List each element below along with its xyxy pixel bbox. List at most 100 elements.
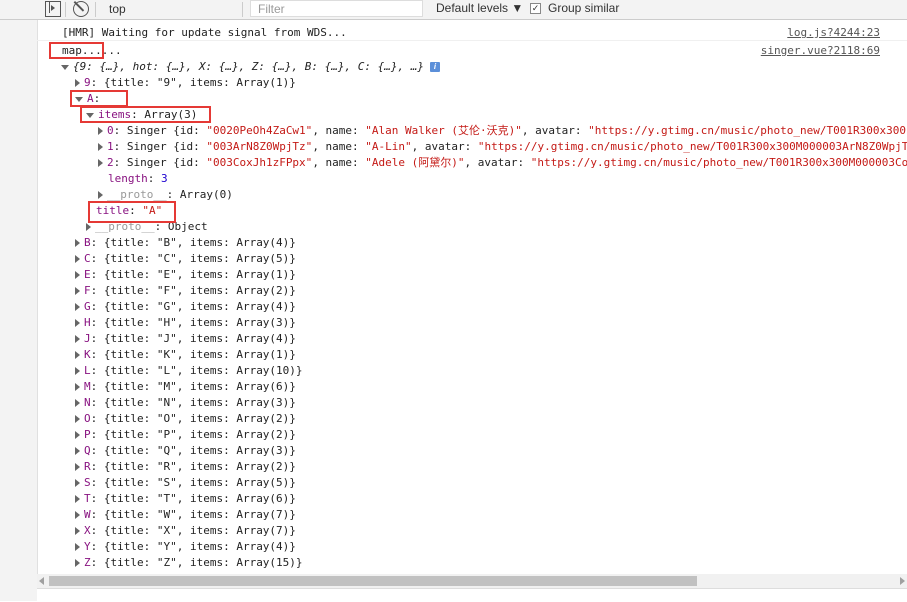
root-object-row[interactable]: {9: {…}, hot: {…}, X: {…}, Z: {…}, B: {…… [61,59,440,75]
collapsed-triangle-icon[interactable] [75,495,80,503]
group-similar-label: Group similar [548,1,620,15]
singer-row[interactable]: 2: Singer {id: "003CoxJh1zFPpx", name: "… [98,155,907,171]
tree-value: , name: [312,156,366,169]
collapsed-triangle-icon[interactable] [75,271,80,279]
tree-row-group[interactable]: O: {title: "O", items: Array(2)} [75,411,296,427]
tree-row-group[interactable]: Z: {title: "Z", items: Array(15)} [75,555,303,571]
tree-row-9[interactable]: 9: {title: "9", items: Array(1)} [75,75,296,91]
collapsed-triangle-icon[interactable] [75,447,80,455]
singer-id: "003CoxJh1zFPpx" [206,156,313,169]
collapsed-triangle-icon[interactable] [75,399,80,407]
collapsed-triangle-icon[interactable] [75,367,80,375]
expand-triangle-icon[interactable] [61,64,69,70]
tree-value: : {title: "L", items: Array(10)} [90,364,303,377]
tree-key: C [84,252,91,265]
context-value: top [109,2,126,16]
tree-row-group[interactable]: F: {title: "F", items: Array(2)} [75,283,296,299]
log-source-link[interactable]: log.js?4244:23 [787,25,880,41]
collapsed-triangle-icon[interactable] [98,143,103,151]
collapsed-triangle-icon[interactable] [75,255,80,263]
clear-console-icon[interactable] [73,1,89,17]
highlight-box-items [80,106,211,123]
singer-row[interactable]: 0: Singer {id: "0020PeOh4ZaCw1", name: "… [98,123,906,139]
scrollbar-thumb[interactable] [49,576,697,586]
tree-row-group[interactable]: E: {title: "E", items: Array(1)} [75,267,296,283]
tree-row-group[interactable]: Y: {title: "Y", items: Array(4)} [75,539,296,555]
collapsed-triangle-icon[interactable] [75,559,80,567]
tree-value: , name: [312,140,366,153]
tree-value: , avatar: [521,124,589,137]
tree-key: 1 [107,140,114,153]
tree-row-group[interactable]: W: {title: "W", items: Array(7)} [75,507,296,523]
tree-value: : {title: "F", items: Array(2)} [90,284,296,297]
collapsed-triangle-icon[interactable] [75,287,80,295]
collapsed-triangle-icon[interactable] [75,479,80,487]
collapsed-triangle-icon[interactable] [98,127,103,135]
collapsed-triangle-icon[interactable] [86,223,91,231]
singer-source-link[interactable]: singer.vue?2118:69 [761,43,880,59]
tree-row-group[interactable]: T: {title: "T", items: Array(6)} [75,491,296,507]
collapsed-triangle-icon[interactable] [75,527,80,535]
filter-input[interactable]: Filter [250,0,423,17]
tree-row-group[interactable]: R: {title: "R", items: Array(2)} [75,459,296,475]
tree-value: : {title: "J", items: Array(4)} [90,332,296,345]
tree-row-group[interactable]: X: {title: "X", items: Array(7)} [75,523,296,539]
tree-row-group[interactable]: Q: {title: "Q", items: Array(3)} [75,443,296,459]
tree-row-group[interactable]: S: {title: "S", items: Array(5)} [75,475,296,491]
collapsed-triangle-icon[interactable] [75,383,80,391]
show-sidebar-icon[interactable] [45,1,61,17]
singer-name: "Alan Walker (艾伦·沃克)" [365,124,522,137]
collapsed-triangle-icon[interactable] [75,79,80,87]
tree-row-group[interactable]: N: {title: "N", items: Array(3)} [75,395,296,411]
tree-key: 9 [84,76,91,89]
tree-value: : Singer {id: [113,124,207,137]
singer-row[interactable]: 1: Singer {id: "003ArN8Z0WpjTz", name: "… [98,139,907,155]
tree-row-group[interactable]: K: {title: "K", items: Array(1)} [75,347,296,363]
tree-row-group[interactable]: J: {title: "J", items: Array(4)} [75,331,296,347]
tree-row-group[interactable]: H: {title: "H", items: Array(3)} [75,315,296,331]
tree-row-length: length: 3 [108,172,168,185]
scroll-right-icon[interactable] [900,577,905,585]
group-similar-checkbox[interactable]: ✓ [530,3,541,14]
tree-row-group[interactable]: C: {title: "C", items: Array(5)} [75,251,296,267]
tree-value: : {title: "G", items: Array(4)} [90,300,296,313]
collapsed-triangle-icon[interactable] [75,303,80,311]
root-summary: {9: {…}, hot: {…}, X: {…}, Z: {…}, B: {…… [73,60,424,73]
collapsed-triangle-icon[interactable] [75,319,80,327]
tree-key: P [84,428,91,441]
tree-value: : {title: "Z", items: Array(15)} [90,556,303,569]
collapsed-triangle-icon[interactable] [98,159,103,167]
default-levels-dropdown[interactable]: Default levels ▼ [436,1,523,15]
console-prompt[interactable] [37,588,907,602]
collapsed-triangle-icon[interactable] [75,543,80,551]
tree-key: K [84,348,91,361]
toolbar-divider [242,2,243,17]
tree-value: : {title: "H", items: Array(3)} [90,316,296,329]
tree-row-group[interactable]: M: {title: "M", items: Array(6)} [75,379,296,395]
scroll-left-icon[interactable] [39,577,44,585]
tree-row-group[interactable]: P: {title: "P", items: Array(2)} [75,427,296,443]
info-icon[interactable]: i [430,62,440,72]
tree-key: O [84,412,91,425]
collapsed-triangle-icon[interactable] [75,335,80,343]
tree-key: 2 [107,156,114,169]
collapsed-triangle-icon[interactable] [75,431,80,439]
singer-avatar: "https://y.gtimg.cn/music/photo_new/T001… [588,124,907,137]
context-selector[interactable]: top ▼ [100,0,301,19]
collapsed-triangle-icon[interactable] [75,463,80,471]
collapsed-triangle-icon[interactable] [75,511,80,519]
tree-value: : {title: "X", items: Array(7)} [90,524,296,537]
collapsed-triangle-icon[interactable] [75,415,80,423]
collapsed-triangle-icon[interactable] [75,351,80,359]
collapsed-triangle-icon[interactable] [75,239,80,247]
tree-row-group[interactable]: G: {title: "G", items: Array(4)} [75,299,296,315]
tree-key: S [84,476,91,489]
tree-value: , name: [312,124,366,137]
collapsed-triangle-icon[interactable] [98,191,103,199]
tree-row-group[interactable]: B: {title: "B", items: Array(4)} [75,235,296,251]
highlight-box-map [49,42,104,59]
tree-row-group[interactable]: L: {title: "L", items: Array(10)} [75,363,303,379]
horizontal-scrollbar[interactable] [37,574,907,588]
tree-value: : {title: "E", items: Array(1)} [90,268,296,281]
tree-key: L [84,364,91,377]
